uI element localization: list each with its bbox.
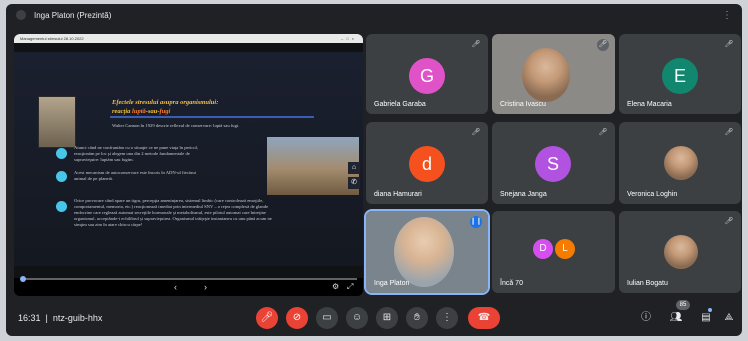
portrait-image [38,96,76,148]
chat-icon[interactable]: ▤ [699,311,713,325]
participant-tile-more[interactable]: D L Încă 70 [492,211,615,293]
meeting-info: 16:31 | ntz-guib-hhx [18,313,103,323]
participant-video [522,48,570,102]
presentation-window-bar: Managementul stresului 28.10.2022 –□× [14,34,363,43]
progress-knob[interactable] [20,276,26,282]
participant-tile[interactable]: 🎤︎ Cristina Ivascu [492,34,615,114]
prev-slide-icon[interactable]: ‹ [174,282,177,292]
bullet-1 [56,148,67,159]
avatar: L [555,239,575,259]
end-call-icon: ☎ [477,312,491,323]
mic-off-button[interactable]: 🎤︎ [256,307,278,329]
participant-name: Gabriela Garaba [374,101,426,108]
avatar: D [533,239,553,259]
slide-title-word-c: sau [147,108,158,115]
window-controls[interactable]: –□× [341,36,357,41]
presentation-window-title: Managementul stresului 28.10.2022 [20,36,84,41]
speaking-icon: ❙❙ [470,216,482,228]
more-icon: ⋮ [442,312,452,323]
info-icon[interactable]: ⓘ [639,311,653,325]
progress-track[interactable] [22,278,357,280]
phone-icon[interactable]: ✆ [348,177,360,189]
emoji-icon: ☺ [351,312,363,323]
slide-title-word-b: luptă [132,108,146,115]
presenter-label: Inga Platon (Prezintă) [34,10,112,20]
mic-off-icon: 🎤︎ [471,129,481,136]
avatar: G [409,58,445,94]
mic-off-icon: 🎤︎ [724,41,734,48]
mic-off-icon: 🎤︎ [724,218,734,225]
participant-tile[interactable]: G 🎤︎ Gabriela Garaba [366,34,488,114]
clock: 16:31 [18,313,41,323]
camera-off-button[interactable]: ⊘ [286,307,308,329]
emoji-button[interactable]: ☺ [346,307,368,329]
slide-title: Efectele stresului asupra organismului: … [112,99,219,115]
participant-name: Veronica Loghin [627,191,678,198]
slide-intro: Walter Cannon în 1929 descrie reflexul d… [112,123,240,128]
avatar [664,235,698,269]
title-underline [110,116,314,118]
avatar [664,146,698,180]
participant-tile[interactable]: S 🎤︎ Snejana Janga [492,122,615,204]
participant-tile[interactable]: 🎤︎ Iulian Bogatu [619,211,741,293]
more-vert-icon[interactable]: ⋮ [722,10,732,21]
presenter-avatar [16,10,26,20]
bullet1-line3: supravieţuire: luptăm sau fugim. [74,157,134,162]
more-options-button[interactable]: ⋮ [436,307,458,329]
participant-name: Inga Platon [374,280,410,287]
meeting-code: ntz-guib-hhx [52,313,103,323]
presentation-panel[interactable]: Managementul stresului 28.10.2022 –□× Ef… [14,34,363,296]
slide-title-line1: Efectele stresului asupra organismului: [112,99,219,106]
participant-tile[interactable]: 🎤︎ Veronica Loghin [619,122,741,204]
bullet-3 [56,201,67,212]
end-call-button[interactable]: ☎ [468,307,500,329]
avatar: E [662,58,698,94]
activities-icon[interactable]: ⟁ [722,311,736,325]
participant-name: Cristina Ivascu [500,101,546,108]
bullet3-line5: simţim sau zim în atare chiscu cărpe! [74,222,143,227]
participant-tile-speaking[interactable]: ❙❙ Inga Platon [364,209,490,295]
participant-name: diana Hamurari [374,191,422,198]
slide-title-word-a: reacţia [112,108,131,115]
mic-off-icon: 🎤︎ [598,129,608,136]
notification-dot [708,308,712,312]
bullet-2 [56,171,67,182]
captions-button[interactable]: ▭ [316,307,338,329]
participant-name: Încă 70 [500,280,523,287]
participant-count-badge: 85 [676,300,690,310]
people-icon[interactable]: 👥︎ [669,311,683,325]
avatar: S [535,146,571,182]
bullet2-line2: animal de pe planetă. [74,176,114,181]
bottom-bar: 16:31 | ntz-guib-hhx 🎤︎ ⊘ ▭ ☺ ⊞ ✋︎ ⋮ ☎ ⓘ… [6,300,742,336]
settings-icon[interactable]: ⚙ [332,282,339,291]
participant-name: Elena Macaria [627,101,672,108]
mic-off-icon: 🎤︎ [471,41,481,48]
present-icon: ⊞ [382,312,392,323]
mic-off-icon: 🎤︎ [724,129,734,136]
slide: Efectele stresului asupra organismului: … [14,52,363,266]
fullscreen-icon[interactable]: ⤢ [347,282,353,292]
participant-tile[interactable]: d 🎤︎ diana Hamurari [366,122,488,204]
presenter-bar: Inga Platon (Prezintă) ⋮ [6,4,742,26]
raise-hand-icon: ✋︎ [414,312,420,323]
mic-off-icon: 🎤︎ [597,39,609,51]
avatar: d [409,146,445,182]
next-slide-icon[interactable]: › [204,282,207,292]
present-button[interactable]: ⊞ [376,307,398,329]
participant-name: Iulian Bogatu [627,280,668,287]
home-icon[interactable]: ⌂ [348,162,360,174]
presentation-controls: ‹ › ⚙ ⤢ [14,276,363,296]
meet-window: Inga Platon (Prezintă) ⋮ Managementul st… [6,4,742,336]
captions-icon: ▭ [322,312,332,323]
raise-hand-button[interactable]: ✋︎ [406,307,428,329]
slide-title-word-d: fugi [159,108,171,115]
mic-off-icon: 🎤︎ [260,312,274,323]
horses-image [267,137,359,195]
camera-off-icon: ⊘ [292,312,302,323]
participant-tile[interactable]: E 🎤︎ Elena Macaria [619,34,741,114]
participant-video [394,217,454,287]
participant-name: Snejana Janga [500,191,547,198]
